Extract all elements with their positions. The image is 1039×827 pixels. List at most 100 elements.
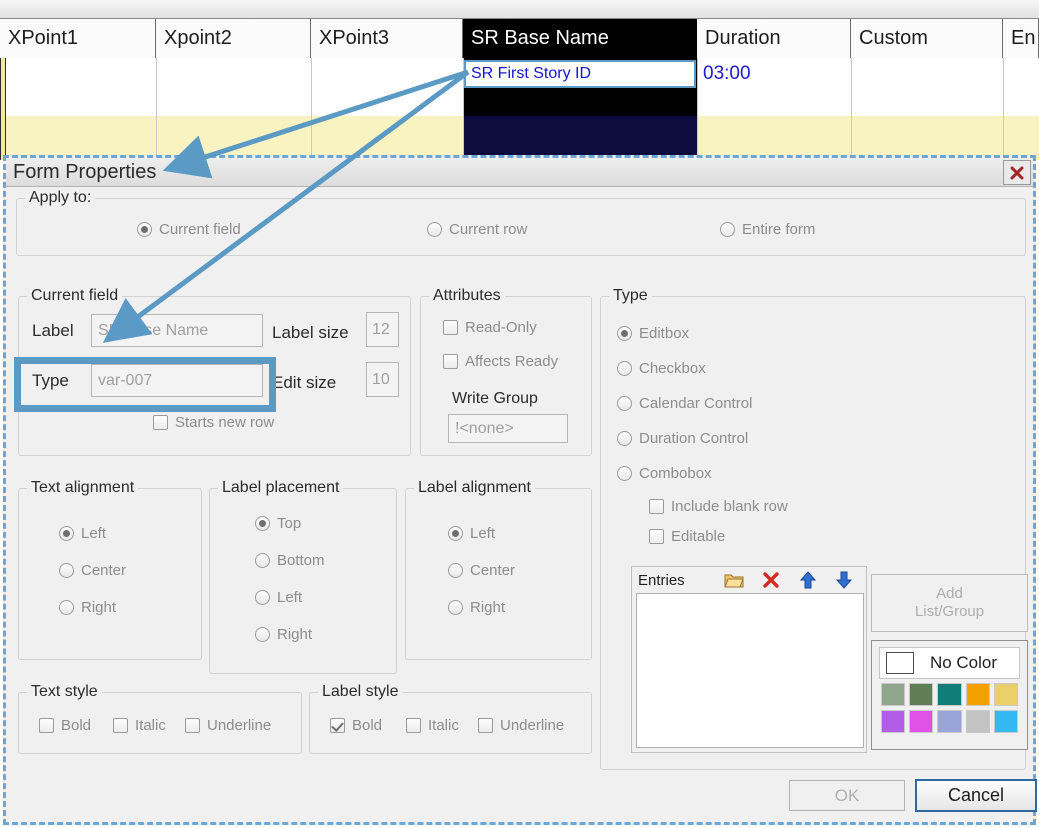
checkbox-text-italic[interactable]: Italic [113, 717, 166, 734]
type-legend: Type [609, 287, 652, 305]
color-swatch[interactable] [966, 683, 990, 706]
radio-type-editbox[interactable]: Editbox [617, 325, 689, 342]
label-alignment-legend: Label alignment [414, 479, 535, 497]
checkbox-box-icon [153, 415, 168, 430]
color-swatch[interactable] [937, 683, 961, 706]
color-swatch[interactable] [909, 683, 933, 706]
add-list-group-line1: Add [936, 585, 963, 603]
color-picker-panel[interactable]: No Color [871, 640, 1028, 750]
radio-label-align-center[interactable]: Center [448, 562, 515, 579]
checkbox-box-icon [649, 499, 664, 514]
spreadsheet-grid[interactable]: XPoint1Xpoint2XPoint3SR Base NameDuratio… [0, 0, 1039, 160]
radio-dot-icon [59, 600, 74, 615]
radio-text-align-right[interactable]: Right [59, 599, 116, 616]
grid-column-header[interactable]: XPoint3 [311, 19, 463, 58]
move-down-arrow-icon[interactable] [836, 571, 856, 591]
cell-sr-base-name[interactable]: SR First Story ID [464, 60, 696, 88]
radio-dot-icon [448, 563, 463, 578]
edit-size-input[interactable]: 10 [366, 362, 399, 397]
open-folder-icon[interactable] [724, 571, 744, 591]
color-swatch[interactable] [937, 710, 961, 733]
entries-title: Entries [638, 572, 685, 589]
radio-apply-current-field[interactable]: Current field [137, 221, 241, 238]
radio-label-placement-right[interactable]: Right [255, 626, 312, 643]
grid-column-header[interactable]: Xpoint2 [156, 19, 311, 58]
dialog-title-bar: Form Properties [6, 158, 1033, 187]
radio-type-duration-control[interactable]: Duration Control [617, 430, 748, 447]
radio-text-align-center[interactable]: Center [59, 562, 126, 579]
type-field-label: Type [32, 371, 69, 391]
checkbox-affects-ready[interactable]: Affects Ready [443, 353, 558, 370]
write-group-input[interactable]: !<none> [448, 414, 568, 443]
text-alignment-group: Text alignment Left Center Right [18, 488, 202, 660]
form-properties-dialog[interactable]: Form Properties Apply to: Current field … [3, 155, 1036, 825]
checkbox-box-icon [406, 718, 421, 733]
checkbox-starts-new-row[interactable]: Starts new row [153, 414, 274, 431]
grid-body[interactable]: SR First Story ID 03:00 [0, 58, 1039, 160]
checkbox-include-blank-row[interactable]: Include blank row [649, 498, 788, 515]
type-input[interactable]: var-007 [91, 364, 263, 397]
label-input[interactable]: SR Base Name [91, 314, 263, 347]
radio-dot-icon [59, 563, 74, 578]
radio-label-placement-bottom[interactable]: Bottom [255, 552, 325, 569]
checkbox-editable[interactable]: Editable [649, 528, 725, 545]
cell-duration[interactable]: 03:00 [703, 60, 823, 88]
grid-top-strip [0, 0, 1039, 19]
radio-text-align-left[interactable]: Left [59, 525, 106, 542]
close-x-icon[interactable] [1003, 160, 1031, 185]
checkbox-text-bold[interactable]: Bold [39, 717, 91, 734]
color-swatch[interactable] [881, 710, 905, 733]
color-swatch[interactable] [994, 683, 1018, 706]
radio-type-checkbox[interactable]: Checkbox [617, 360, 706, 377]
radio-apply-entire-form[interactable]: Entire form [720, 221, 815, 238]
grid-column-header[interactable]: Custom [851, 19, 1003, 58]
checkbox-text-underline[interactable]: Underline [185, 717, 271, 734]
ok-button[interactable]: OK [789, 780, 905, 811]
radio-dot-icon [720, 222, 735, 237]
checkbox-read-only[interactable]: Read-Only [443, 319, 537, 336]
attributes-legend: Attributes [429, 287, 505, 305]
checkbox-label-italic[interactable]: Italic [406, 717, 459, 734]
radio-dot-icon [617, 361, 632, 376]
color-swatch[interactable] [881, 683, 905, 706]
attributes-group: Attributes Read-Only Affects Ready Write… [420, 296, 592, 456]
radio-type-calendar-control[interactable]: Calendar Control [617, 395, 752, 412]
cancel-button[interactable]: Cancel [915, 779, 1037, 812]
radio-label-placement-top[interactable]: Top [255, 515, 301, 532]
radio-label-align-right[interactable]: Right [448, 599, 505, 616]
checkbox-box-icon [478, 718, 493, 733]
radio-dot-icon [255, 590, 270, 605]
radio-dot-icon [617, 396, 632, 411]
checkbox-label: Include blank row [671, 498, 788, 515]
add-list-group-line2: List/Group [915, 603, 984, 621]
grid-column-header[interactable]: XPoint1 [0, 19, 156, 58]
move-up-arrow-icon[interactable] [800, 571, 820, 591]
radio-dot-icon [617, 466, 632, 481]
color-swatch[interactable] [966, 710, 990, 733]
checkbox-label-underline[interactable]: Underline [478, 717, 564, 734]
label-size-input[interactable]: 12 [366, 312, 399, 347]
color-swatch[interactable] [994, 710, 1018, 733]
delete-x-icon[interactable] [762, 571, 782, 591]
checkbox-label-bold[interactable]: Bold [330, 717, 382, 734]
radio-apply-current-row[interactable]: Current row [427, 221, 527, 238]
grid-header-row[interactable]: XPoint1Xpoint2XPoint3SR Base NameDuratio… [0, 19, 1039, 58]
radio-type-combobox[interactable]: Combobox [617, 465, 712, 482]
checkbox-label: Starts new row [175, 414, 274, 431]
entries-list-box[interactable] [636, 593, 864, 748]
radio-label: Current row [449, 221, 527, 238]
no-color-option[interactable]: No Color [879, 647, 1020, 679]
color-swatch-grid[interactable] [877, 683, 1022, 733]
checkbox-box-icon [443, 354, 458, 369]
grid-column-header[interactable]: Duration [697, 19, 851, 58]
color-swatch[interactable] [909, 710, 933, 733]
grid-column-header[interactable]: SR Base Name [463, 19, 697, 58]
add-list-group-button[interactable]: Add List/Group [871, 574, 1028, 632]
checkbox-label: Italic [135, 717, 166, 734]
text-style-legend: Text style [27, 683, 102, 701]
grid-column-header[interactable]: En [1003, 19, 1039, 58]
radio-label-align-left[interactable]: Left [448, 525, 495, 542]
checkbox-label: Affects Ready [465, 353, 558, 370]
radio-label-placement-left[interactable]: Left [255, 589, 302, 606]
label-placement-group: Label placement Top Bottom Left Right [209, 488, 397, 674]
